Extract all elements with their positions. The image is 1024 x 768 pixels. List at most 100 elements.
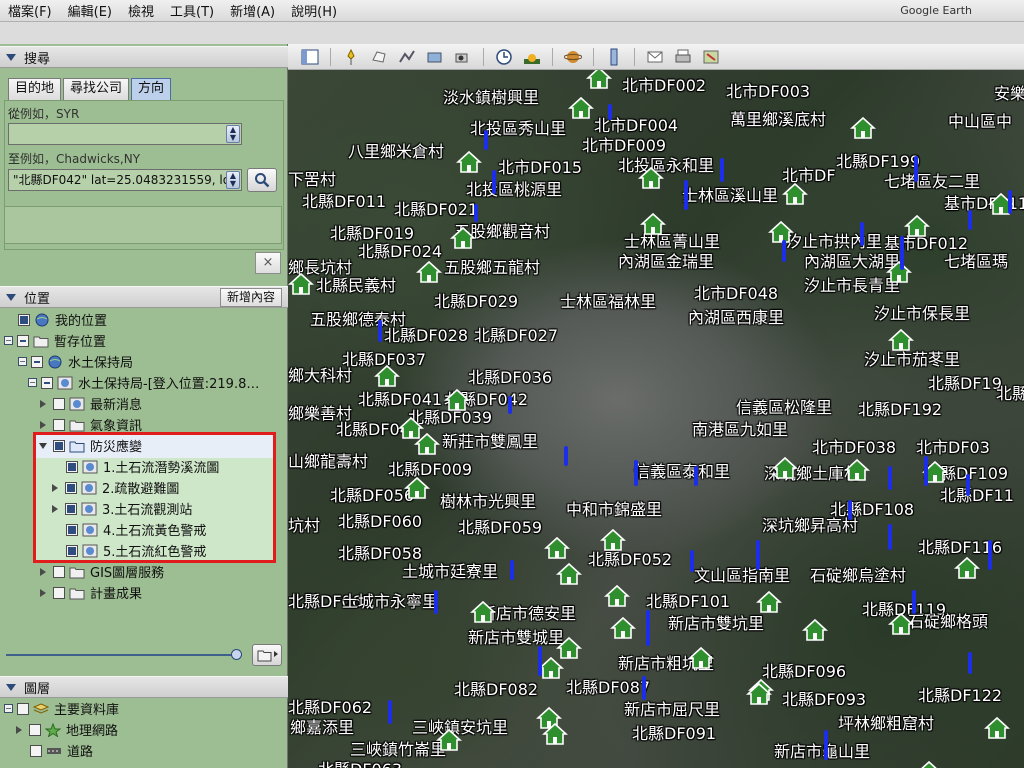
search-button[interactable] [247, 168, 277, 192]
map-place-label[interactable]: 新店市龜山里 [774, 738, 870, 762]
checkbox[interactable] [53, 418, 65, 431]
map-place-label[interactable]: 北縣DF009 [388, 456, 472, 480]
house-placemark-icon[interactable] [585, 70, 613, 90]
map-place-label[interactable]: 萬里鄉溪底村 [730, 106, 826, 130]
house-placemark-icon[interactable] [887, 328, 915, 352]
checkbox[interactable] [31, 355, 43, 368]
add-content-button[interactable]: 新增內容 [219, 288, 282, 307]
checkbox[interactable] [30, 744, 42, 757]
checkbox[interactable] [29, 723, 41, 736]
house-placemark-icon[interactable] [443, 388, 471, 412]
map-place-label[interactable]: 新莊市雙鳳里 [442, 428, 538, 452]
places-section-header[interactable]: 位置 新增內容 [0, 286, 288, 308]
map-place-label[interactable]: 山鄉龍壽村 [288, 448, 368, 472]
map-place-label[interactable]: 信義區泰和里 [634, 458, 730, 482]
house-placemark-icon[interactable] [415, 260, 443, 284]
dropdown-arrow-icon[interactable]: ▲ ▼ [226, 171, 240, 189]
map-place-label[interactable]: 信義區松隆里 [736, 394, 832, 418]
house-placemark-icon[interactable] [637, 166, 665, 190]
collapse-icon[interactable]: − [28, 378, 37, 387]
tree-item-disaster-response[interactable]: 防災應變 [38, 435, 142, 456]
view-in-maps-button[interactable] [699, 46, 723, 68]
tree-item-weather[interactable]: 氣象資訊 [38, 414, 142, 435]
house-placemark-icon[interactable] [885, 260, 913, 284]
menu-tools[interactable]: 工具(T) [162, 1, 222, 20]
menu-add[interactable]: 新增(A) [222, 1, 283, 20]
map-place-label[interactable]: 北縣DF093 [782, 686, 866, 710]
expand-arrow-icon[interactable] [40, 567, 46, 576]
house-placemark-icon[interactable] [567, 96, 595, 120]
tree-item-temporary-places[interactable]: − 暫存位置 [4, 330, 106, 351]
tree-item-swcb[interactable]: − 水土保持局 [18, 351, 133, 372]
map-place-label[interactable]: 內湖區西康里 [688, 304, 784, 328]
map-place-label[interactable]: 北縣DF087 [566, 674, 650, 698]
house-placemark-icon[interactable] [435, 728, 463, 752]
map-place-label[interactable]: 北縣DF101 [646, 588, 730, 612]
print-button[interactable] [671, 46, 695, 68]
tree-item-yellow-alert[interactable]: 4.土石流黃色警戒 [66, 519, 206, 540]
to-input[interactable]: "北縣DF042" lat=25.0483231559, lo ▲ ▼ [8, 169, 242, 191]
map-place-label[interactable]: 新店市雙城里 [468, 624, 564, 648]
map-place-label[interactable]: 北縣DF122 [918, 682, 1002, 706]
house-placemark-icon[interactable] [843, 458, 871, 482]
add-polygon-button[interactable] [367, 46, 391, 68]
add-placemark-button[interactable] [339, 46, 363, 68]
expand-arrow-icon[interactable] [40, 399, 46, 408]
house-placemark-icon[interactable] [983, 716, 1011, 740]
collapse-icon[interactable]: − [18, 357, 27, 366]
map-place-label[interactable]: 汐止市保長里 [874, 300, 970, 324]
expand-arrow-icon[interactable] [52, 483, 58, 492]
map-place-label[interactable]: 新店市雙坑里 [668, 610, 764, 634]
map-place-label[interactable]: 五股鄉五龍村 [444, 254, 540, 278]
house-placemark-icon[interactable] [543, 536, 571, 560]
clear-search-button[interactable]: × [255, 252, 281, 274]
map-place-label[interactable]: 文山區指南里 [694, 562, 790, 586]
checkbox[interactable] [66, 544, 78, 557]
map-place-label[interactable]: 北縣DF063 [318, 756, 402, 768]
map-place-label[interactable]: 北縣DF096 [762, 658, 846, 682]
map-place-label[interactable]: 南港區九如里 [692, 416, 788, 440]
map-place-label[interactable]: 土城市廷寮里 [402, 558, 498, 582]
map-place-label[interactable]: 北縣 [996, 380, 1024, 404]
house-placemark-icon[interactable] [449, 226, 477, 250]
house-placemark-icon[interactable] [953, 556, 981, 580]
house-placemark-icon[interactable] [639, 212, 667, 236]
house-placemark-icon[interactable] [288, 272, 315, 296]
map-place-label[interactable]: 安樂 [994, 80, 1024, 104]
tree-item-swcb-login[interactable]: − 水土保持局-[登入位置:219.8… [28, 372, 259, 393]
collapse-triangle-icon[interactable] [6, 293, 16, 301]
house-placemark-icon[interactable] [403, 476, 431, 500]
map-place-label[interactable]: 新店市屈尺里 [624, 696, 720, 720]
map-place-label[interactable]: 北縣DF192 [858, 396, 942, 420]
checkbox[interactable] [65, 502, 77, 515]
map-place-label[interactable]: 八里鄉米倉村 [348, 138, 444, 162]
house-placemark-icon[interactable] [887, 612, 915, 636]
map-place-label[interactable]: 北投區永和里 [618, 152, 714, 176]
checkbox[interactable] [53, 397, 65, 410]
switch-planet-button[interactable] [561, 46, 585, 68]
collapse-arrow-icon[interactable] [39, 442, 47, 449]
search-section-header[interactable]: 搜尋 [0, 46, 288, 68]
collapse-triangle-icon[interactable] [6, 683, 16, 691]
map-place-label[interactable]: 北市DF002 [622, 72, 706, 96]
expand-arrow-icon[interactable] [52, 504, 58, 513]
ruler-button[interactable] [602, 46, 626, 68]
places-folder-button[interactable] [252, 644, 282, 666]
map-place-label[interactable]: 北縣民義村 [316, 272, 396, 296]
map-place-label[interactable]: 北縣DF036 [468, 364, 552, 388]
house-placemark-icon[interactable] [413, 432, 441, 456]
map-place-label[interactable]: 北縣DF028 [384, 322, 468, 346]
collapse-triangle-icon[interactable] [6, 53, 16, 61]
checkbox[interactable] [53, 565, 65, 578]
layer-roads[interactable]: 道路 [30, 740, 93, 761]
dropdown-arrow-icon[interactable]: ▲ ▼ [226, 125, 240, 143]
map-place-label[interactable]: 北市DF038 [812, 434, 896, 458]
map-place-label[interactable]: 深坑鄉昇高村 [762, 512, 858, 536]
checkbox[interactable] [66, 460, 78, 473]
checkbox[interactable] [17, 702, 29, 715]
add-overlay-button[interactable] [423, 46, 447, 68]
record-tour-button[interactable] [451, 46, 475, 68]
house-placemark-icon[interactable] [767, 220, 795, 244]
map-place-label[interactable]: 土城市永寧里 [342, 588, 438, 612]
house-placemark-icon[interactable] [469, 600, 497, 624]
